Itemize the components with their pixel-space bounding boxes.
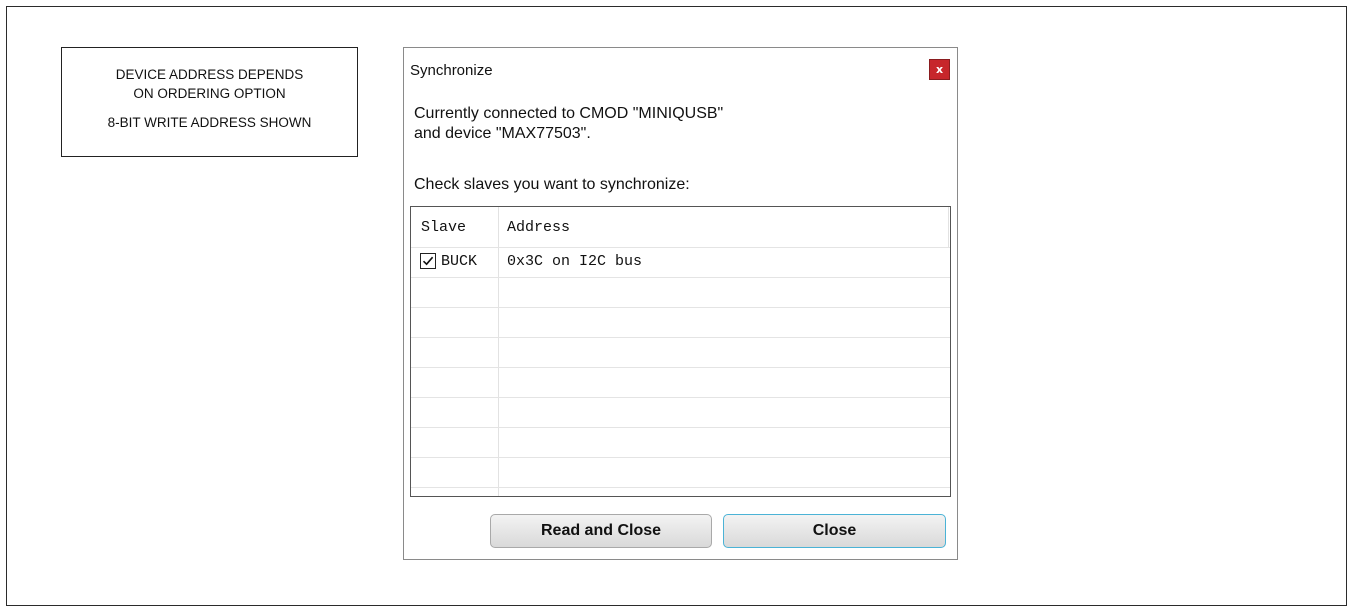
slave-name: BUCK: [441, 253, 478, 270]
connection-message-line-2: and device "MAX77503".: [414, 125, 591, 142]
dialog-title: Synchronize: [410, 62, 493, 79]
close-button[interactable]: Close: [723, 514, 946, 548]
read-and-close-button[interactable]: Read and Close: [490, 514, 712, 548]
slave-address: 0x3C on I2C bus: [507, 253, 643, 270]
table-header: Slave Address: [411, 207, 950, 247]
connection-message-line-1: Currently connected to CMOD "MINIQUSB": [414, 105, 724, 122]
slaves-table: Slave Address BUCK 0x3C on I2C bus: [410, 206, 951, 497]
note-line-1: DEVICE ADDRESS DEPENDS: [115, 67, 304, 82]
column-header-slave[interactable]: Slave: [421, 219, 466, 236]
row-divider: [411, 487, 950, 488]
row-divider: [411, 337, 950, 338]
checkmark-icon: [422, 256, 434, 266]
row-divider: [411, 367, 950, 368]
note-line-3: 8-BIT WRITE ADDRESS SHOWN: [107, 115, 312, 130]
row-divider: [411, 277, 950, 278]
row-divider: [411, 457, 950, 458]
close-icon[interactable]: x: [929, 59, 950, 80]
connection-message: Currently connected to CMOD "MINIQUSB" a…: [414, 104, 723, 144]
synchronize-dialog: Synchronize x Currently connected to CMO…: [403, 47, 958, 560]
address-note-box: DEVICE ADDRESS DEPENDS ON ORDERING OPTIO…: [61, 47, 358, 157]
column-header-address[interactable]: Address: [507, 219, 570, 236]
note-line-2: ON ORDERING OPTION: [133, 86, 286, 101]
row-divider: [411, 427, 950, 428]
row-divider: [411, 307, 950, 308]
slaves-prompt: Check slaves you want to synchronize:: [414, 176, 690, 193]
table-row[interactable]: BUCK 0x3C on I2C bus: [411, 247, 950, 277]
slave-checkbox[interactable]: [420, 253, 436, 269]
row-divider: [411, 397, 950, 398]
